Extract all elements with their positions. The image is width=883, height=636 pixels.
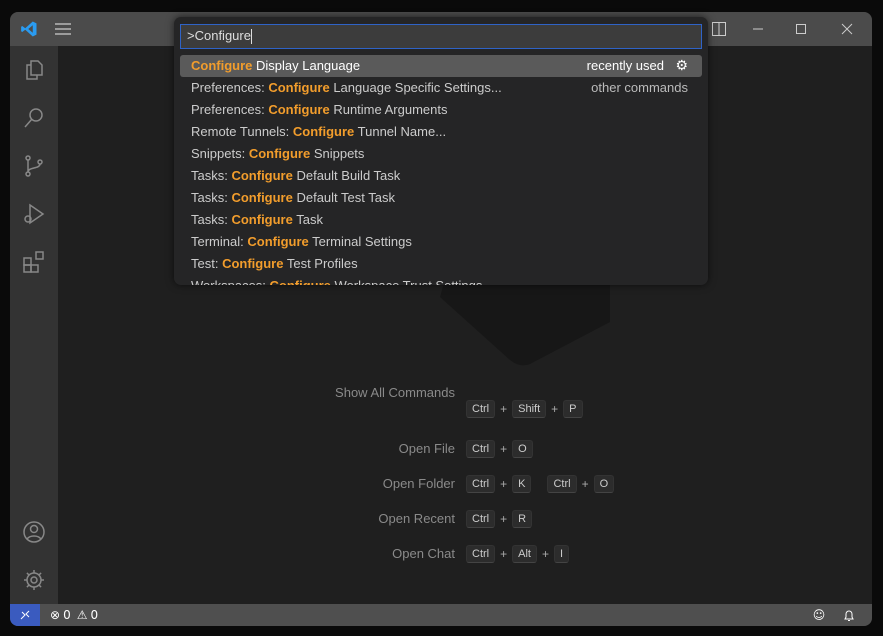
command-prefix: Terminal:	[191, 234, 248, 249]
command-suffix: Default Test Task	[292, 190, 395, 205]
command-match: Configure	[270, 278, 331, 285]
keycap: O	[512, 440, 533, 458]
command-suffix: Terminal Settings	[308, 234, 412, 249]
command-suffix: Display Language	[252, 58, 361, 73]
shortcut-label-text: Open Chat	[392, 546, 455, 561]
command-item[interactable]: Workspaces: Configure Workspace Trust Se…	[180, 275, 702, 285]
command-prefix: Preferences:	[191, 102, 269, 117]
plus-separator: +	[500, 442, 508, 456]
command-item[interactable]: Preferences: Configure Runtime Arguments	[180, 99, 702, 121]
plus-separator: +	[500, 512, 508, 526]
command-match: Configure	[292, 124, 355, 139]
command-suffix: Task	[292, 212, 323, 227]
command-match: Configure	[231, 168, 293, 183]
command-suffix: Workspace Trust Settings	[331, 278, 483, 285]
keycap: K	[512, 475, 532, 493]
command-item[interactable]: Tasks: Configure Task	[180, 209, 702, 231]
command-prefix: Remote Tunnels:	[191, 124, 293, 139]
plus-separator: +	[500, 547, 508, 561]
shortcut-keys: Ctrl + K Ctrl + O	[466, 475, 615, 493]
command-item[interactable]: Remote Tunnels: Configure Tunnel Name...	[180, 121, 702, 143]
command-match: Configure	[231, 212, 293, 227]
command-suffix: Language Specific Settings...	[329, 80, 502, 95]
keycap: Ctrl	[466, 440, 496, 458]
command-match: Configure	[268, 102, 330, 117]
keycap: Ctrl	[547, 475, 577, 493]
problems-indicator[interactable]: ⊗ 0 ⚠ 0	[50, 604, 98, 626]
shortcut-label-text: Show All Commands	[335, 385, 455, 400]
command-prefix: Tasks:	[191, 190, 232, 205]
keycap: R	[512, 510, 533, 528]
plus-separator: +	[541, 547, 549, 561]
shortcut-label-text: Open Folder	[382, 476, 455, 491]
plus-separator: +	[581, 477, 589, 491]
configure-keybinding-gear-icon[interactable]: ⚙	[675, 57, 688, 74]
shortcut-keys: Ctrl + Shift + P	[466, 400, 583, 418]
keycap: Shift	[512, 400, 547, 418]
keycap: I	[553, 545, 570, 563]
shortcut-keys: Ctrl + Alt + I	[466, 545, 570, 563]
command-item[interactable]: Snippets: Configure Snippets	[180, 143, 702, 165]
keycap: Ctrl	[466, 545, 496, 563]
warning-count: 0	[90, 608, 99, 622]
command-group-label: recently used	[586, 58, 664, 73]
command-palette: >Configure Configure Display Language rec…	[174, 17, 708, 285]
command-prefix: Tasks:	[191, 212, 232, 227]
keycap: O	[593, 475, 615, 493]
command-item[interactable]: Configure Display Language recently used ⚙	[180, 55, 702, 77]
command-suffix: Tunnel Name...	[354, 124, 447, 139]
command-match: Configure	[231, 190, 293, 205]
command-item[interactable]: Tasks: Configure Default Build Task	[180, 165, 702, 187]
command-group-label: other commands	[591, 80, 688, 95]
command-match: Configure	[248, 146, 311, 161]
plus-separator: +	[551, 402, 559, 416]
notifications-bell-icon[interactable]	[840, 604, 858, 626]
command-suffix: Test Profiles	[283, 256, 358, 271]
warning-icon: ⚠	[76, 608, 88, 622]
command-suffix: Snippets	[310, 146, 365, 161]
shortcut-keys: Ctrl + O	[466, 440, 533, 458]
shortcut-label-text: Open Recent	[378, 511, 455, 526]
command-match: Configure	[247, 234, 309, 249]
remote-indicator-icon[interactable]	[10, 604, 40, 626]
command-suffix: Default Build Task	[292, 168, 401, 183]
command-item[interactable]: Terminal: Configure Terminal Settings	[180, 231, 702, 253]
error-count: 0	[63, 608, 71, 622]
command-palette-input[interactable]: >Configure	[180, 24, 702, 49]
keycap: Ctrl	[466, 475, 496, 493]
command-match: Configure	[222, 256, 284, 271]
command-prefix: Snippets:	[191, 146, 249, 161]
command-prefix: Test:	[191, 256, 223, 271]
copilot-icon[interactable]: ☺	[810, 604, 828, 626]
command-match: Configure	[191, 58, 253, 73]
status-bar: ⊗ 0 ⚠ 0 ☺	[10, 604, 872, 626]
command-suffix: Runtime Arguments	[329, 102, 448, 117]
command-item[interactable]: Tasks: Configure Default Test Task	[180, 187, 702, 209]
plus-separator: +	[500, 402, 508, 416]
command-prefix: Workspaces:	[191, 278, 270, 285]
keycap: P	[563, 400, 583, 418]
command-item[interactable]: Test: Configure Test Profiles	[180, 253, 702, 275]
command-prefix: Tasks:	[191, 168, 232, 183]
error-icon: ⊗	[50, 608, 61, 622]
command-match: Configure	[268, 80, 330, 95]
keycap: Ctrl	[466, 400, 496, 418]
shortcut-label-text: Open File	[398, 441, 455, 456]
keycap: Ctrl	[466, 510, 496, 528]
command-item[interactable]: Preferences: Configure Language Specific…	[180, 77, 702, 99]
shortcut-keys: Ctrl + R	[466, 510, 533, 528]
command-prefix: Preferences:	[191, 80, 269, 95]
keycap: Alt	[512, 545, 537, 563]
plus-separator: +	[500, 477, 508, 491]
